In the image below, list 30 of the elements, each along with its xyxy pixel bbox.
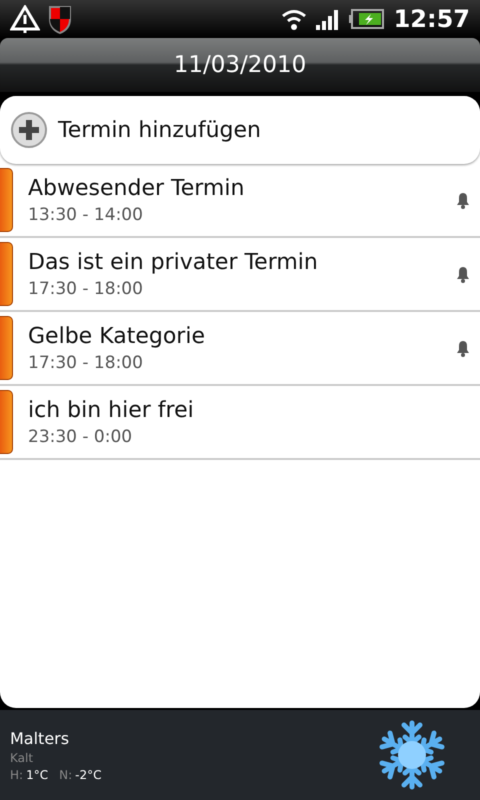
city-name: Malters bbox=[10, 728, 70, 748]
warning-icon bbox=[10, 5, 40, 33]
add-appointment-button[interactable]: Termin hinzufügen bbox=[0, 96, 480, 164]
appointment-time: 17:30 - 18:00 bbox=[28, 278, 144, 298]
appointment-row[interactable]: Das ist ein privater Termin 17:30 - 18:00 bbox=[0, 238, 480, 312]
low-temperature: -2°C bbox=[75, 768, 102, 782]
appointment-title: Gelbe Kategorie bbox=[28, 324, 206, 348]
high-temperature: 1°C bbox=[26, 768, 48, 782]
battery-icon bbox=[348, 9, 384, 29]
category-bar bbox=[0, 168, 13, 232]
low-label: N: bbox=[59, 768, 72, 782]
appointment-title: Abwesender Termin bbox=[28, 176, 246, 200]
category-bar bbox=[0, 390, 13, 454]
appointment-title: Das ist ein privater Termin bbox=[28, 250, 319, 274]
wifi-icon bbox=[280, 7, 308, 31]
appointment-row[interactable]: Abwesender Termin 13:30 - 14:00 bbox=[0, 164, 480, 238]
clock: 12:57 bbox=[394, 5, 470, 33]
category-bar bbox=[0, 242, 13, 306]
appointment-title: ich bin hier frei bbox=[28, 398, 195, 422]
plus-icon bbox=[10, 111, 48, 149]
category-bar bbox=[0, 316, 13, 380]
appointment-row[interactable]: Gelbe Kategorie 17:30 - 18:00 bbox=[0, 312, 480, 386]
weather-condition: Kalt bbox=[10, 750, 34, 764]
appointment-time: 17:30 - 18:00 bbox=[28, 352, 144, 372]
shield-icon bbox=[46, 4, 74, 34]
high-label: H: bbox=[10, 768, 24, 782]
appointment-time: 23:30 - 0:00 bbox=[28, 426, 134, 446]
appointment-row[interactable]: ich bin hier frei 23:30 - 0:00 bbox=[0, 386, 480, 460]
appointment-time: 13:30 - 14:00 bbox=[28, 204, 144, 224]
date-title: 11/03/2010 bbox=[174, 52, 306, 78]
